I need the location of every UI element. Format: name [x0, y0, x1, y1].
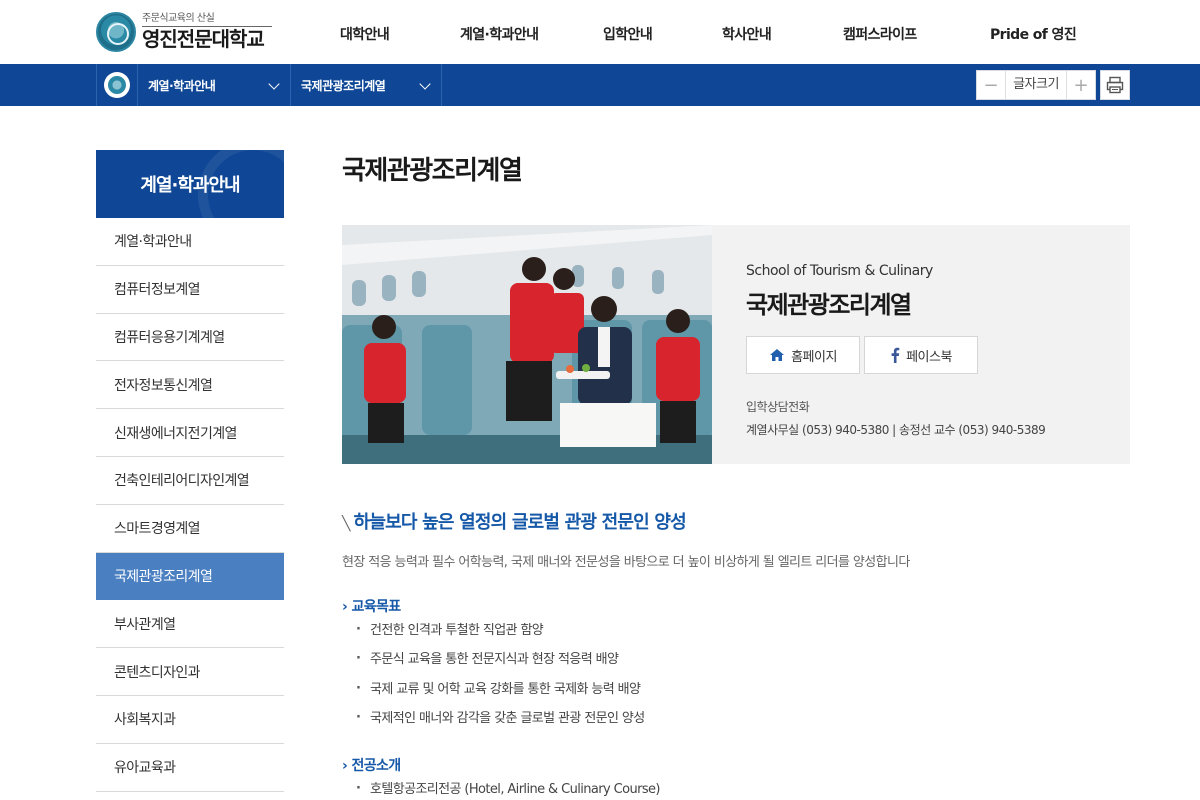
list-item: 국제적인 매너와 감각을 갖춘 글로벌 관광 전문인 양성 — [356, 710, 645, 740]
printer-icon — [1106, 76, 1124, 94]
depth1-label: 계열·학과안내 — [148, 78, 216, 93]
font-increase-button[interactable]: + — [1067, 71, 1095, 99]
sidebar-item-content-design[interactable]: 콘텐츠디자인과 — [96, 648, 284, 696]
print-button[interactable] — [1100, 70, 1130, 100]
sidebar-menu: 계열·학과안내 컴퓨터정보계열 컴퓨터응용기계계열 전자정보통신계열 신재생에너… — [96, 218, 284, 792]
list-item: 호텔항공조리전공 (Hotel, Airline & Culinary Cour… — [356, 781, 660, 800]
cabin-crew-photo — [342, 225, 712, 464]
sidebar-item-early-childhood[interactable]: 유아교육과 — [96, 744, 284, 792]
department-english-name: School of Tourism & Culinary — [746, 263, 933, 279]
home-emblem-icon — [104, 72, 130, 98]
font-size-control: − 글자크기 + — [976, 70, 1096, 100]
majors-heading: › 전공소개 — [342, 758, 401, 774]
department-korean-name: 국제관광조리계열 — [746, 291, 912, 319]
list-item: 건전한 인격과 투철한 직업관 함양 — [356, 622, 645, 652]
goals-heading: › 교육목표 — [342, 599, 401, 615]
chevron-right-icon: › — [342, 599, 348, 615]
department-description: 현장 적응 능력과 필수 어학능력, 국제 매너와 전문성을 바탕으로 더 높이… — [342, 555, 910, 570]
page-title: 국제관광조리계열 — [342, 156, 523, 186]
sidebar-item-social-welfare[interactable]: 사회복지과 — [96, 696, 284, 744]
gnb-item-academics[interactable]: 학사안내 — [722, 24, 772, 44]
homepage-button[interactable]: 홈페이지 — [746, 336, 860, 374]
sidebar-item-military[interactable]: 부사관계열 — [96, 600, 284, 649]
logo-title: 영진전문대학교 — [142, 27, 265, 51]
gnb-item-pride[interactable]: Pride of 영진 — [990, 24, 1077, 44]
department-info: School of Tourism & Culinary 국제관광조리계열 홈페… — [746, 263, 1126, 438]
facebook-icon — [891, 347, 900, 363]
home-icon — [770, 349, 785, 361]
sidebar-title: 계열·학과안내 — [96, 150, 284, 218]
chevron-down-icon — [268, 78, 280, 90]
goals-list: 건전한 인격과 투철한 직업관 함양 주문식 교육을 통한 전문지식과 현장 적… — [356, 622, 645, 740]
sidebar-item-computer-info[interactable]: 컴퓨터정보계열 — [96, 266, 284, 314]
logo-subtitle: 주문식교육의 산실 — [142, 13, 272, 27]
gnb-item-departments[interactable]: 계열·학과안내 — [460, 24, 539, 44]
contact-phones: 계열사무실 (053) 940-5380 | 송정선 교수 (053) 940-… — [746, 423, 1046, 437]
facebook-button[interactable]: 페이스북 — [864, 336, 978, 374]
chevron-right-icon: › — [342, 758, 348, 774]
slash-decoration-icon: ╲ — [342, 516, 350, 532]
depth1-dropdown[interactable]: 계열·학과안내 — [138, 64, 291, 106]
sidebar-item-smart-business[interactable]: 스마트경영계열 — [96, 505, 284, 553]
sidebar-item-overview[interactable]: 계열·학과안내 — [96, 218, 284, 266]
list-item: 국제 교류 및 어학 교육 강화를 통한 국제화 능력 배양 — [356, 681, 645, 711]
home-button[interactable] — [96, 64, 138, 106]
sidebar-item-computer-mechanical[interactable]: 컴퓨터응용기계계열 — [96, 314, 284, 362]
majors-list: 호텔항공조리전공 (Hotel, Airline & Culinary Cour… — [356, 781, 660, 800]
sidebar-item-electronics[interactable]: 전자정보통신계열 — [96, 361, 284, 410]
chevron-down-icon — [419, 78, 431, 90]
department-slogan: ╲ 하늘보다 높은 열정의 글로벌 관광 전문인 양성 — [342, 512, 687, 533]
gnb-item-about[interactable]: 대학안내 — [340, 24, 390, 44]
depth2-dropdown[interactable]: 국제관광조리계열 — [291, 64, 442, 106]
university-logo[interactable]: 주문식교육의 산실 영진전문대학교 — [96, 10, 286, 54]
font-size-label: 글자크기 — [1005, 71, 1067, 99]
university-emblem-icon — [96, 12, 136, 52]
gnb-item-campus-life[interactable]: 캠퍼스라이프 — [843, 24, 917, 44]
contact-label: 입학상담전화 — [746, 400, 810, 414]
department-hero: School of Tourism & Culinary 국제관광조리계열 홈페… — [342, 225, 1130, 464]
sidebar-item-tourism-culinary[interactable]: 국제관광조리계열 — [96, 552, 284, 601]
top-header: 주문식교육의 산실 영진전문대학교 대학안내 계열·학과안내 입학안내 학사안내… — [0, 0, 1200, 64]
font-decrease-button[interactable]: − — [977, 71, 1005, 99]
sidebar-item-architecture[interactable]: 건축인테리어디자인계열 — [96, 457, 284, 505]
depth2-label: 국제관광조리계열 — [301, 78, 386, 93]
gnb-item-admission[interactable]: 입학안내 — [603, 24, 653, 44]
list-item: 주문식 교육을 통한 전문지식과 현장 적응력 배양 — [356, 651, 645, 681]
sidebar-item-renewable-energy[interactable]: 신재생에너지전기계열 — [96, 409, 284, 457]
